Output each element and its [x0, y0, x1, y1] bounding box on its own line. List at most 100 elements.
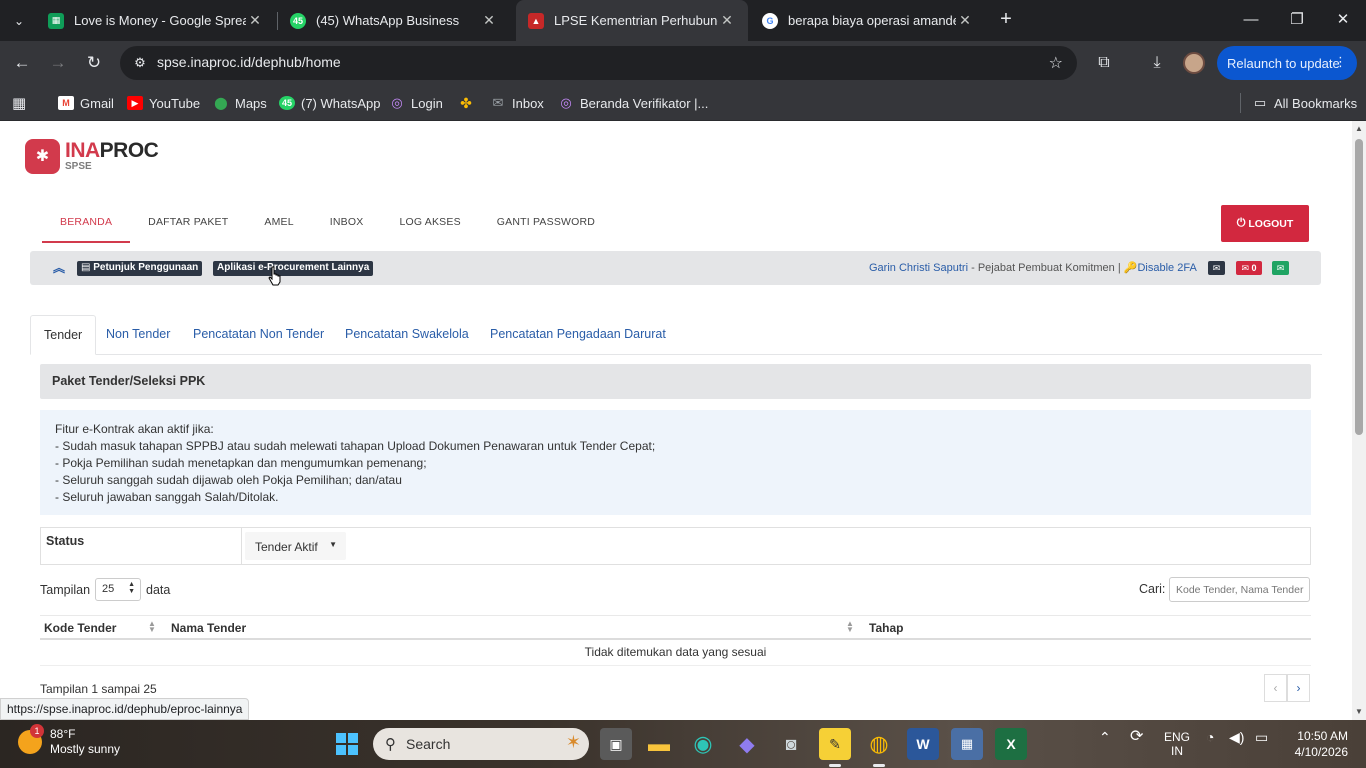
logo-brand: INAPROC: [65, 139, 159, 162]
apps-grid-icon[interactable]: ▦: [12, 93, 26, 113]
language-indicator[interactable]: ENG IN: [1164, 730, 1190, 758]
double-chevron-up-icon[interactable]: ︽: [53, 259, 65, 276]
page-scrollbar[interactable]: ▲ ▼: [1352, 121, 1366, 720]
column-nama-tender[interactable]: Nama Tender: [171, 621, 246, 635]
aplikasi-eproc-lainnya-button[interactable]: Aplikasi e-Procurement Lainnya: [213, 261, 374, 276]
page-length-select[interactable]: 25 ▲ ▼: [95, 578, 142, 601]
message-icon[interactable]: ✉: [1208, 261, 1225, 275]
file-explorer-icon[interactable]: ▬: [643, 728, 675, 760]
nav-amel[interactable]: AMEL: [246, 201, 311, 243]
weather-widget[interactable]: 1 88°F Mostly sunny: [18, 724, 121, 757]
tab-pencatatan-pengadaan-darurat[interactable]: Pencatatan Pengadaan Darurat: [477, 315, 679, 355]
table-info: Tampilan 1 sampai 25: [40, 682, 157, 696]
bookmark-whatsapp[interactable]: 45 (7) WhatsApp: [279, 93, 380, 113]
close-tab-icon[interactable]: ✕: [246, 12, 264, 29]
forward-button[interactable]: →: [44, 49, 72, 77]
sticky-notes-icon[interactable]: ✎: [819, 728, 851, 760]
close-window-button[interactable]: ✕: [1320, 0, 1366, 41]
logout-button[interactable]: ⏻ LOGOUT: [1221, 205, 1309, 242]
previous-page-button[interactable]: ‹: [1264, 674, 1287, 702]
reload-button[interactable]: ↻: [80, 49, 108, 77]
more-menu-icon[interactable]: ⋮: [1334, 54, 1347, 70]
bookmark-star-icon[interactable]: ☆: [1049, 53, 1063, 73]
bookmark-gmail[interactable]: M Gmail: [58, 93, 114, 113]
profile-avatar[interactable]: [1183, 52, 1205, 74]
tab-title: berapa biaya operasi amandel -: [788, 13, 956, 28]
search-input[interactable]: Kode Tender, Nama Tender: [1169, 577, 1310, 602]
browser-tab-google[interactable]: G berapa biaya operasi amandel - ✕: [750, 0, 986, 41]
relaunch-to-update-button[interactable]: Relaunch to update ⋮: [1217, 46, 1357, 80]
excel-icon[interactable]: X: [995, 728, 1027, 760]
user-name-link[interactable]: Garin Christi Saputri: [869, 262, 968, 274]
browser-tab-whatsapp[interactable]: 45 (45) WhatsApp Business ✕: [278, 0, 510, 41]
search-label: Cari:: [1139, 582, 1166, 596]
nav-daftar-paket[interactable]: DAFTAR PAKET: [130, 201, 246, 243]
site-info-icon[interactable]: ⚙: [132, 55, 148, 71]
inaproc-logo[interactable]: ✱ INAPROC SPSE: [25, 138, 159, 174]
mail-count-badge[interactable]: ✉ 0: [1236, 261, 1262, 275]
close-tab-icon[interactable]: ✕: [480, 12, 498, 29]
bookmark-youtube[interactable]: ▶ YouTube: [127, 93, 200, 113]
logout-label: LOGOUT: [1248, 217, 1294, 230]
tab-search-chevron-icon[interactable]: ⌄: [6, 8, 32, 34]
tab-pencatatan-swakelola[interactable]: Pencatatan Swakelola: [332, 315, 482, 355]
close-tab-icon[interactable]: ✕: [956, 12, 974, 29]
bookmark-maps[interactable]: ⬤ Maps: [213, 93, 267, 113]
tray-overflow-icon[interactable]: ⌃: [1099, 730, 1111, 744]
bookmark-login[interactable]: ◎ Login: [389, 93, 442, 113]
sort-icon[interactable]: ▲ ▼: [846, 620, 854, 634]
empty-table-message: Tidak ditemukan data yang sesuai: [40, 640, 1311, 666]
scroll-down-arrow-icon[interactable]: ▼: [1355, 707, 1363, 716]
copilot-icon[interactable]: ◆: [731, 728, 763, 760]
chrome-icon[interactable]: ◍: [863, 728, 895, 760]
weather-desc: Mostly sunny: [50, 742, 121, 756]
word-icon[interactable]: W: [907, 728, 939, 760]
back-button[interactable]: ←: [8, 49, 36, 77]
calculator-icon[interactable]: ▦: [951, 728, 983, 760]
taskbar-search[interactable]: ⚲ Search ✶: [373, 728, 589, 760]
envelope-open-icon[interactable]: ✉: [1272, 261, 1289, 275]
nav-log-akses[interactable]: LOG AKSES: [381, 201, 478, 243]
wifi-icon[interactable]: ◔: [1206, 730, 1214, 744]
address-bar[interactable]: ⚙ spse.inaproc.id/dephub/home ☆: [120, 46, 1077, 80]
sync-icon[interactable]: ⟳: [1130, 729, 1143, 745]
battery-icon[interactable]: ▭: [1255, 730, 1268, 744]
download-icon[interactable]: ⤓: [1145, 51, 1169, 75]
system-clock[interactable]: 10:50 AM 4/10/2026: [1288, 728, 1348, 760]
bookmark-inbox[interactable]: ✉ Inbox: [490, 93, 544, 113]
url-text[interactable]: spse.inaproc.id/dephub/home: [157, 54, 341, 70]
tab-non-tender[interactable]: Non Tender: [93, 315, 183, 355]
tab-pencatatan-non-tender[interactable]: Pencatatan Non Tender: [180, 315, 337, 355]
volume-icon[interactable]: ◀): [1229, 730, 1244, 744]
hand-cursor-icon: [268, 266, 281, 286]
bookmark-pinwheel[interactable]: ✤: [458, 93, 480, 113]
nav-inbox[interactable]: INBOX: [312, 201, 382, 243]
tab-tender[interactable]: Tender: [30, 315, 97, 355]
petunjuk-penggunaan-button[interactable]: ▤ Petunjuk Penggunaan: [77, 261, 203, 276]
disable-2fa-link[interactable]: 🔑Disable 2FA: [1124, 262, 1197, 274]
column-tahap[interactable]: Tahap: [869, 621, 903, 635]
close-tab-icon[interactable]: ✕: [718, 12, 736, 29]
nav-ganti-password[interactable]: GANTI PASSWORD: [479, 201, 613, 243]
column-kode-tender[interactable]: Kode Tender: [44, 621, 116, 635]
windows-start-icon[interactable]: [331, 728, 363, 760]
status-dropdown[interactable]: Tender Aktif ▼: [245, 532, 346, 560]
next-page-button[interactable]: ›: [1287, 674, 1310, 702]
all-bookmarks-button[interactable]: ▭ All Bookmarks: [1252, 93, 1357, 113]
camera-icon[interactable]: ◙: [775, 728, 807, 760]
task-view-icon[interactable]: ▣: [600, 728, 632, 760]
browser-tab-lpse[interactable]: ▲ LPSE Kementrian Perhubungan ✕: [516, 0, 748, 41]
bookmark-verifikator[interactable]: ◎ Beranda Verifikator |...: [558, 93, 708, 113]
scrollbar-thumb[interactable]: [1355, 139, 1363, 435]
edge-icon[interactable]: ◉: [687, 728, 719, 760]
maximize-button[interactable]: ❐: [1274, 0, 1320, 41]
minimize-button[interactable]: —: [1228, 0, 1274, 41]
nav-beranda[interactable]: BERANDA: [42, 201, 131, 243]
sort-icon[interactable]: ▲ ▼: [148, 620, 156, 634]
browser-toolbar: ← → ↻ ⚙ spse.inaproc.id/dephub/home ☆ ⧉ …: [0, 41, 1366, 85]
new-tab-button[interactable]: +: [994, 8, 1018, 32]
extensions-icon[interactable]: ⧉: [1092, 51, 1116, 75]
browser-tab-sheets[interactable]: ▦ Love is Money - Google Spread ✕: [36, 0, 276, 41]
scroll-up-arrow-icon[interactable]: ▲: [1355, 124, 1363, 133]
page-viewport: ✱ INAPROC SPSE BERANDA DAFTAR PAKET AMEL…: [0, 121, 1352, 720]
